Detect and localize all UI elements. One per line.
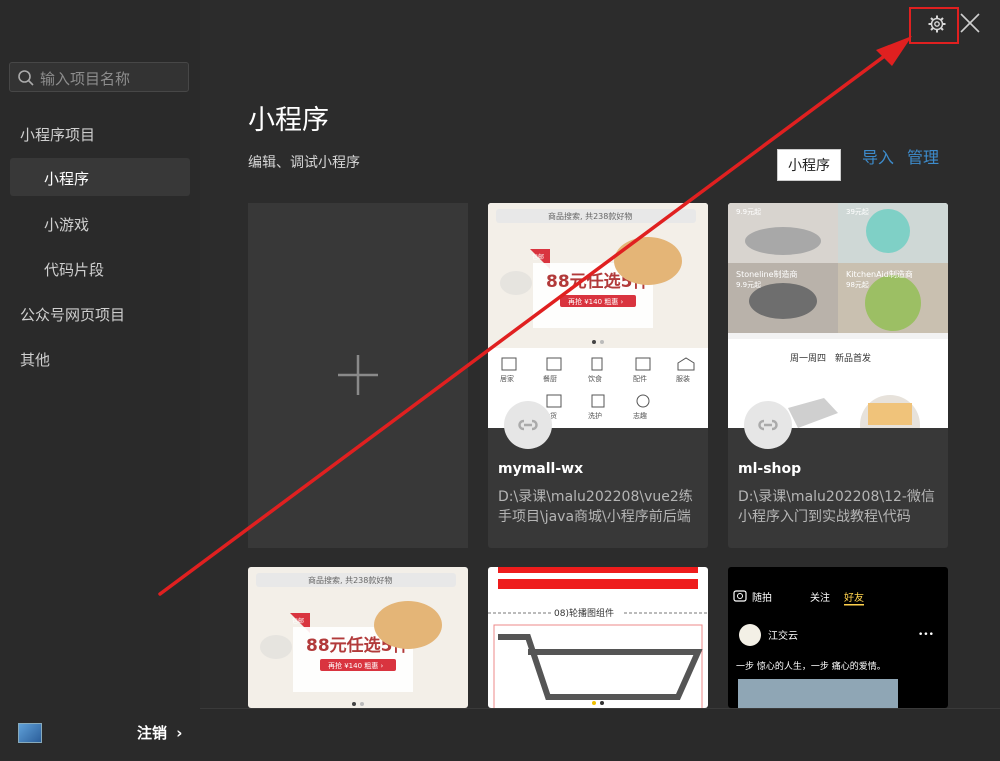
- project-card-3[interactable]: 商品搜索, 共238款好物 包邮 88元任选5件 再抢 ¥140 粗惠 ›: [248, 567, 468, 708]
- preview-tab: 随拍: [752, 591, 772, 604]
- project-path: D:\录课\malu202208\12-微信小程序入门到实战教程\代码: [738, 489, 935, 525]
- preview-section: 周一周四 新品首发: [790, 352, 871, 364]
- sidebar-item-code-snippets[interactable]: 代码片段: [44, 259, 104, 280]
- preview-icon-label: 餐厨: [543, 374, 557, 383]
- project-card-5[interactable]: 随拍 关注 好友 江交云 ••• 一步 惊心的人生，一步 痛心的爱情。: [728, 567, 948, 708]
- miniprogram-logo-icon: [504, 401, 552, 449]
- search-placeholder: 输入项目名称: [40, 70, 131, 88]
- project-card-ml-shop[interactable]: 9.9元起 39元起 Stoneline制造商 9.9元起 KitchenAid…: [728, 203, 948, 548]
- project-preview-image: 随拍 关注 好友 江交云 ••• 一步 惊心的人生，一步 痛心的爱情。: [728, 567, 948, 708]
- avatar[interactable]: [18, 723, 42, 743]
- project-name: mymall-wx: [498, 461, 584, 477]
- plus-icon: [338, 355, 378, 395]
- project-preview-image: 商品搜索, 共238款好物 包邮 88元任选5件 再抢 ¥140 粗惠 ›: [248, 567, 468, 708]
- sidebar-item-minigame[interactable]: 小游戏: [44, 214, 89, 235]
- manage-link[interactable]: 管理: [907, 144, 939, 168]
- page-title: 小程序: [248, 105, 329, 136]
- preview-search-text: 商品搜索, 共238款好物: [548, 211, 632, 221]
- project-preview-image: 9.9元起 39元起 Stoneline制造商 9.9元起 KitchenAid…: [728, 203, 948, 428]
- preview-icon-label: 居家: [500, 374, 514, 383]
- preview-price: 9.9元起: [736, 208, 761, 216]
- project-card-4[interactable]: 08)轮播图组件: [488, 567, 708, 708]
- sidebar-item-other[interactable]: 其他: [20, 349, 50, 370]
- tooltip: 小程序: [777, 149, 841, 181]
- search-icon: [18, 70, 34, 86]
- project-search-box[interactable]: 输入项目名称: [9, 62, 189, 92]
- logout-button[interactable]: 注销 ›: [137, 722, 182, 743]
- preview-icon-label: 饮食: [588, 374, 602, 383]
- preview-icon-label: 服装: [676, 374, 690, 383]
- project-name: ml-shop: [738, 461, 802, 477]
- preview-price: 98元起: [846, 281, 869, 289]
- preview-search-text: 商品搜索, 共238款好物: [308, 575, 392, 585]
- logout-label: 注销: [137, 724, 168, 742]
- preview-brand: KitchenAid制造商: [846, 269, 913, 279]
- preview-price: 9.9元起: [736, 281, 761, 289]
- sidebar-item-official-account-web[interactable]: 公众号网页项目: [20, 304, 125, 325]
- chevron-right-icon: ›: [176, 724, 183, 742]
- new-project-card[interactable]: [248, 203, 468, 548]
- preview-more: •••: [918, 630, 934, 640]
- preview-icon-label: 配件: [633, 374, 647, 383]
- preview-icon-label: 洗护: [588, 411, 602, 420]
- preview-promo-sub: 再抢 ¥140 粗惠 ›: [328, 661, 383, 670]
- preview-brand: Stoneline制造商: [736, 269, 798, 279]
- annotation-highlight-box: [909, 7, 959, 44]
- preview-tab: 关注: [810, 591, 830, 604]
- preview-post-text: 一步 惊心的人生，一步 痛心的爱情。: [736, 660, 886, 672]
- preview-tab: 好友: [844, 591, 864, 604]
- import-link[interactable]: 导入: [862, 144, 894, 168]
- preview-promo-sub: 再抢 ¥140 粗惠 ›: [568, 297, 623, 306]
- project-preview-image: 08)轮播图组件: [488, 567, 708, 708]
- project-preview-image: 商品搜索, 共238款好物 包邮 88元任选5件 再抢 ¥140 粗惠 › 居家…: [488, 203, 708, 428]
- bottom-bar: [200, 708, 1000, 761]
- preview-tag: 包邮: [532, 253, 544, 261]
- page-subtitle: 编辑、调试小程序: [248, 155, 360, 171]
- project-card-mymall-wx[interactable]: 商品搜索, 共238款好物 包邮 88元任选5件 再抢 ¥140 粗惠 › 居家…: [488, 203, 708, 548]
- sidebar-item-miniprogram[interactable]: 小程序: [10, 158, 190, 196]
- preview-icon-label: 志趣: [633, 411, 647, 420]
- preview-price: 39元起: [846, 208, 869, 216]
- preview-caption: 08)轮播图组件: [554, 607, 614, 619]
- preview-tag: 包邮: [292, 617, 304, 625]
- project-path: D:\录课\malu202208\vue2练手项目\java商城\小程序前后端: [498, 489, 693, 525]
- sidebar: 输入项目名称 小程序项目 小程序 小游戏 代码片段 公众号网页项目 其他 注销 …: [0, 0, 200, 760]
- preview-user: 江交云: [768, 629, 798, 642]
- sidebar-item-miniprogram-projects[interactable]: 小程序项目: [20, 124, 95, 145]
- close-icon[interactable]: [958, 11, 982, 35]
- sidebar-item-label: 小程序: [44, 170, 90, 188]
- miniprogram-logo-icon: [744, 401, 792, 449]
